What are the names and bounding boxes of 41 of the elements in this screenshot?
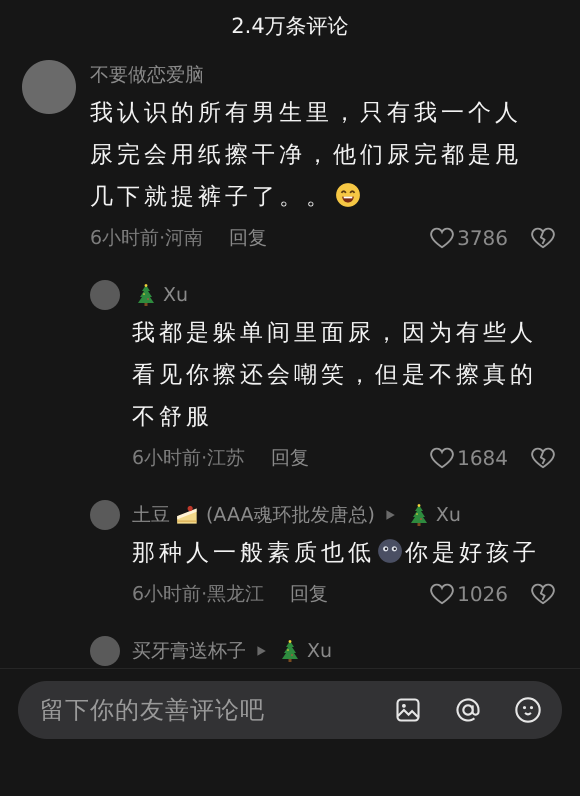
grinning-face-icon bbox=[335, 182, 361, 208]
reply-to-username: Xu bbox=[307, 640, 332, 662]
reply-arrow-icon bbox=[255, 645, 267, 657]
broken-heart-icon[interactable] bbox=[530, 225, 556, 251]
like-count: 1026 bbox=[457, 582, 508, 606]
heart-icon[interactable] bbox=[429, 445, 456, 471]
avatar-placeholder[interactable] bbox=[90, 500, 120, 530]
smiley-icon[interactable] bbox=[514, 696, 542, 724]
like-count: 3786 bbox=[457, 226, 508, 250]
moon-face-icon bbox=[377, 538, 403, 564]
avatar-placeholder[interactable] bbox=[90, 636, 120, 666]
avatar-placeholder[interactable] bbox=[22, 60, 76, 114]
username: 买牙膏送杯子 bbox=[132, 639, 246, 664]
avatar-placeholder[interactable] bbox=[90, 280, 120, 310]
username: Xu bbox=[163, 284, 188, 306]
comment-input[interactable]: 留下你的友善评论吧 bbox=[38, 695, 362, 725]
comment-text: 我都是躲单间里面尿，因为有些人看见你擦还会嘲笑，但是不擦真的不舒服 bbox=[132, 320, 537, 430]
at-sign-icon[interactable] bbox=[454, 696, 482, 724]
time-location: 6小时前·河南 bbox=[90, 226, 204, 251]
heart-icon[interactable] bbox=[429, 581, 456, 607]
comment-text: 你是好孩子 bbox=[405, 540, 540, 566]
reply-to-username: Xu bbox=[436, 504, 461, 526]
reply-button[interactable]: 回复 bbox=[229, 225, 268, 251]
comments-count-title: 2.4万条评论 bbox=[231, 13, 349, 40]
heart-icon[interactable] bbox=[429, 225, 456, 251]
comment-text: 那种人一般素质也低 bbox=[132, 540, 375, 566]
time-location: 6小时前·江苏 bbox=[132, 446, 246, 471]
like-count: 1684 bbox=[457, 446, 508, 470]
comment-text: 几下就提裤子了。。 bbox=[90, 184, 333, 210]
username: 不要做恋爱脑 bbox=[90, 63, 204, 88]
comment-field[interactable]: 留下你的友善评论吧 bbox=[18, 681, 562, 739]
reply-arrow-icon bbox=[384, 509, 396, 521]
broken-heart-icon[interactable] bbox=[530, 581, 556, 607]
broken-heart-icon[interactable] bbox=[530, 445, 556, 471]
username: (AAA魂环批发唐总) bbox=[206, 503, 375, 528]
username: 土豆 bbox=[132, 503, 170, 528]
reply-button[interactable]: 回复 bbox=[290, 581, 328, 607]
time-location: 6小时前·黑龙江 bbox=[132, 582, 264, 607]
reply-button[interactable]: 回复 bbox=[271, 445, 310, 471]
image-icon[interactable] bbox=[394, 696, 422, 724]
comment-text: 我认识的所有男生里，只有我一个人尿完会用纸擦干净，他们尿完都是甩 bbox=[90, 99, 523, 170]
